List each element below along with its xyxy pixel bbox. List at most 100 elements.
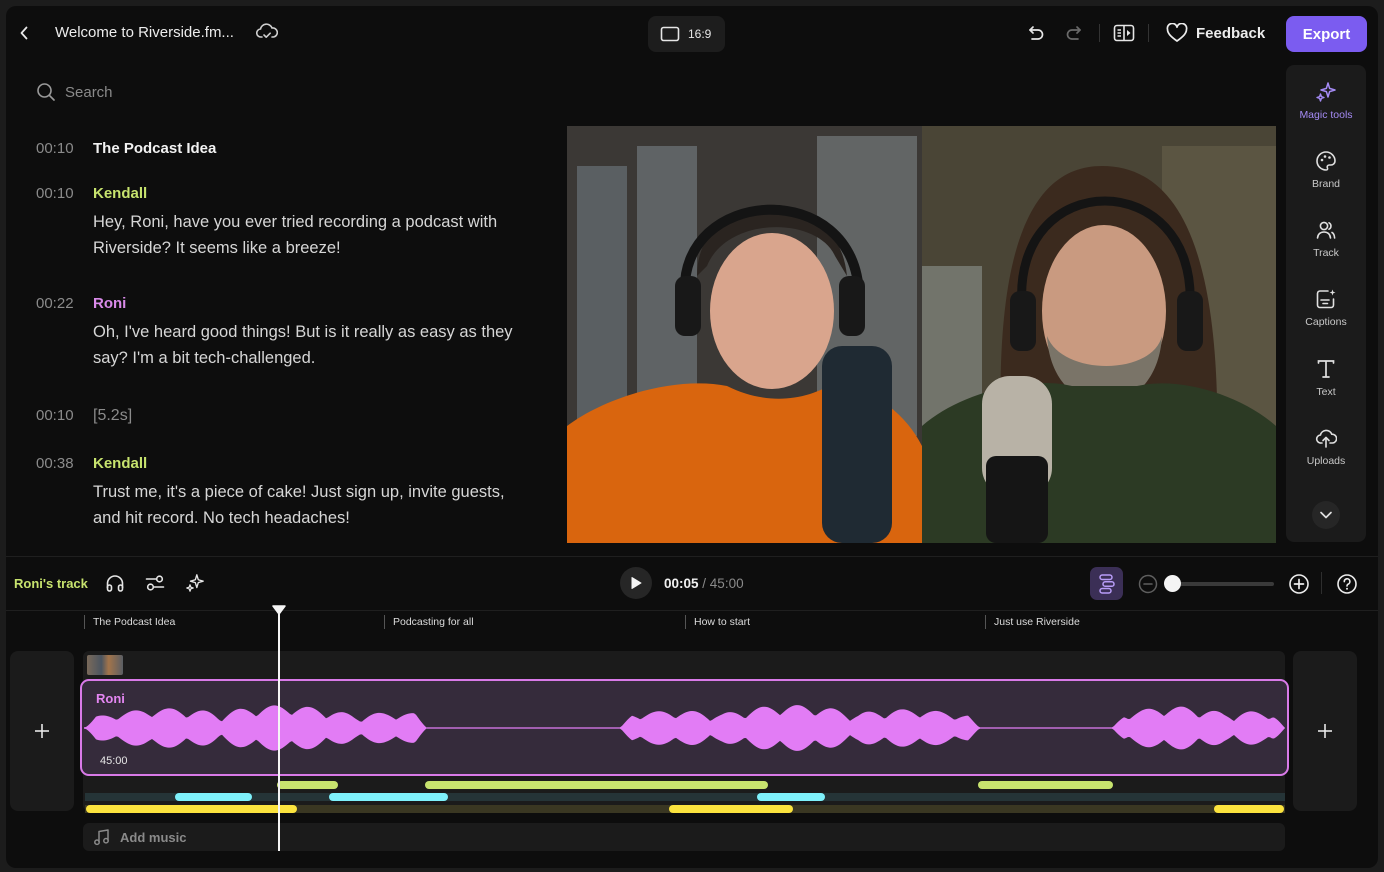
rail-item-track[interactable]: Track: [1286, 219, 1366, 279]
sliders-icon: [145, 575, 165, 591]
camera-feed-roni: [567, 126, 922, 543]
feedback-button[interactable]: Feedback: [1166, 20, 1265, 46]
palette-icon: [1316, 151, 1336, 171]
rail-item-label: Captions: [1305, 316, 1347, 328]
slider-handle[interactable]: [1164, 575, 1181, 592]
tools-rail: Magic tools Brand Track Captions Text Up…: [1286, 65, 1366, 542]
timestamp: 00:22: [36, 295, 74, 312]
cloud-upload-icon: [1315, 429, 1337, 448]
transcript-text[interactable]: Trust me, it's a piece of cake! Just sig…: [93, 479, 513, 531]
rail-item-label: Text: [1316, 386, 1336, 398]
top-bar: Welcome to Riverside.fm... 16:9 Feedback…: [6, 6, 1378, 62]
chevron-left-icon: [20, 26, 28, 40]
timestamp: 00:38: [36, 455, 74, 472]
add-music-label: Add music: [120, 829, 187, 845]
rail-more-button[interactable]: [1312, 501, 1340, 529]
time-separator: /: [698, 576, 710, 591]
plus-icon: [35, 724, 49, 738]
controls-divider: [1321, 572, 1322, 594]
clip-name: Roni: [96, 691, 125, 706]
transcript-text[interactable]: Hey, Roni, have you ever tried recording…: [93, 209, 513, 261]
panel-divider: [6, 556, 1378, 557]
waveform-segment: [1112, 706, 1284, 750]
timeline-zoom-slider[interactable]: [1164, 574, 1274, 594]
playhead-handle[interactable]: [272, 605, 286, 615]
video-preview[interactable]: [567, 126, 1276, 543]
export-button[interactable]: Export: [1286, 16, 1367, 52]
current-time: 00:05: [664, 576, 699, 591]
minus-circle-icon: [1138, 574, 1158, 594]
zoom-out-button[interactable]: [1138, 574, 1158, 594]
playhead[interactable]: [278, 606, 280, 851]
camera-feed-kendall: [922, 126, 1276, 543]
back-button[interactable]: [14, 22, 34, 44]
waveform: [84, 705, 1285, 751]
audio-clip[interactable]: Roni 45:00: [80, 679, 1289, 776]
magic-edit-button[interactable]: [184, 572, 206, 594]
timestamp: 00:10: [36, 185, 74, 202]
listen-button[interactable]: [104, 572, 126, 594]
clip-duration: 45:00: [100, 755, 128, 767]
zoom-in-button[interactable]: [1288, 573, 1310, 595]
transcript-text[interactable]: Oh, I've heard good things! But is it re…: [93, 319, 513, 371]
cloud-saved-icon: [255, 22, 279, 42]
project-title[interactable]: Welcome to Riverside.fm...: [55, 24, 234, 41]
rail-item-label: Brand: [1311, 178, 1341, 190]
layout-toggle-button[interactable]: [1113, 22, 1135, 44]
users-icon: [1316, 221, 1336, 239]
rail-item-magic-tools[interactable]: Magic tools: [1286, 81, 1366, 141]
add-before-button[interactable]: [10, 651, 74, 811]
transcript-search[interactable]: Search: [36, 82, 113, 102]
play-icon: [631, 577, 642, 589]
timestamp: 00:10: [36, 407, 74, 424]
video-thumbnail[interactable]: [87, 655, 123, 675]
stacked-clips-icon: [1098, 573, 1115, 594]
plus-icon: [1318, 724, 1332, 738]
add-after-button[interactable]: [1293, 651, 1357, 811]
aspect-ratio-button[interactable]: 16:9: [648, 16, 725, 52]
aspect-ratio-label: 16:9: [688, 27, 712, 41]
help-circle-icon: [1337, 574, 1357, 594]
silence-duration: [5.2s]: [93, 407, 133, 424]
timecode: 00:05 / 45:00: [664, 576, 744, 591]
timeline-layout-button[interactable]: [1090, 567, 1123, 600]
speaker-name: Roni: [93, 295, 127, 312]
rail-item-brand[interactable]: Brand: [1286, 150, 1366, 210]
panel-divider: [6, 610, 1378, 611]
speaker-name: Kendall: [93, 185, 148, 202]
rail-item-uploads[interactable]: Uploads: [1286, 427, 1366, 487]
chapter-marker[interactable]: How to start: [685, 615, 750, 629]
frame-icon: [660, 26, 680, 42]
track-name[interactable]: Roni's track: [14, 576, 88, 591]
rail-item-label: Track: [1313, 247, 1339, 259]
rail-item-text[interactable]: Text: [1286, 358, 1366, 418]
headphones-icon: [106, 575, 124, 592]
chapter-marker[interactable]: The Podcast Idea: [84, 615, 175, 629]
adjust-button[interactable]: [144, 572, 166, 594]
sparkles-icon: [1316, 82, 1336, 102]
redo-icon: [1066, 26, 1081, 40]
play-button[interactable]: [620, 567, 652, 599]
redo-button[interactable]: [1062, 22, 1084, 44]
undo-icon: [1029, 26, 1044, 40]
waveform-segment: [84, 705, 426, 751]
chapter-marker[interactable]: Just use Riverside: [985, 615, 1080, 629]
chapter-title: The Podcast Idea: [93, 140, 217, 157]
sparkles-icon: [186, 574, 204, 592]
help-button[interactable]: [1336, 573, 1358, 595]
plus-circle-icon: [1289, 574, 1309, 594]
total-time: 45:00: [709, 576, 744, 591]
undo-button[interactable]: [1026, 22, 1048, 44]
waveform-segment: [620, 705, 980, 751]
search-icon: [37, 83, 55, 101]
feedback-label: Feedback: [1196, 24, 1266, 42]
rail-item-captions[interactable]: Captions: [1286, 288, 1366, 348]
rail-item-label: Magic tools: [1299, 109, 1353, 121]
chapter-marker[interactable]: Podcasting for all: [384, 615, 474, 629]
chevron-down-icon: [1320, 511, 1332, 519]
timestamp: 00:10: [36, 140, 74, 157]
heart-icon: [1166, 23, 1188, 42]
add-music-button[interactable]: Add music: [83, 823, 1285, 851]
speaker-name: Kendall: [93, 455, 148, 472]
toolbar-divider: [1099, 24, 1100, 42]
